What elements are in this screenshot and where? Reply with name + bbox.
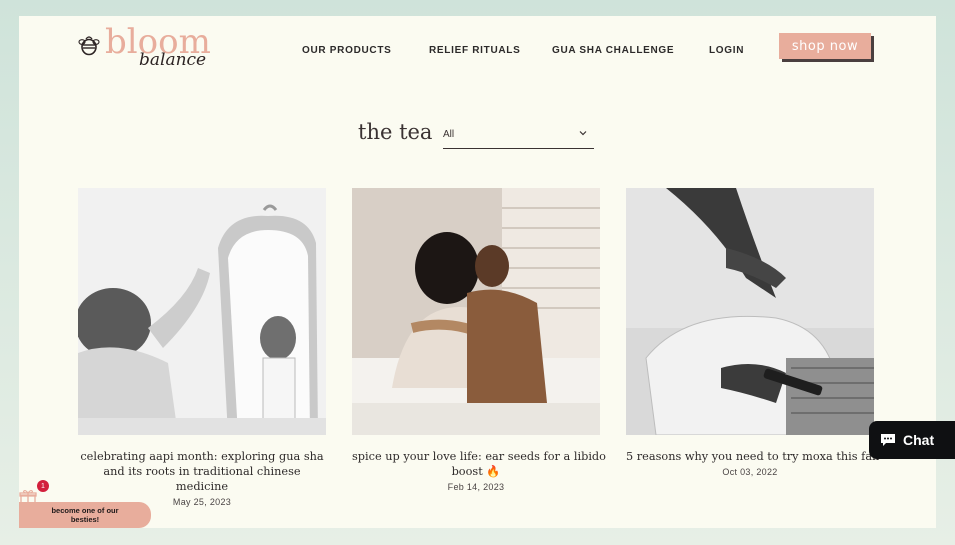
- logo-wordmark: bloom balance: [105, 22, 215, 72]
- post-title-line: 5 reasons why you need to try moxa this …: [626, 450, 880, 463]
- post-image-ear-seeds[interactable]: [352, 188, 600, 435]
- post-title-link[interactable]: spice up your love life: ear seeds for a…: [352, 449, 606, 479]
- chat-label: Chat: [903, 432, 935, 448]
- nav-relief-rituals[interactable]: RELIEF RITUALS: [429, 45, 520, 56]
- post-title-line: and its roots in traditional chinese: [103, 465, 301, 478]
- nav-gua-sha-challenge[interactable]: GUA SHA CHALLENGE: [552, 45, 674, 56]
- foot-photo-illustration: [626, 188, 874, 435]
- nav-our-products[interactable]: OUR PRODUCTS: [302, 45, 392, 56]
- post-title-line: medicine: [175, 480, 229, 493]
- shop-now-button[interactable]: shop now: [779, 33, 871, 59]
- couple-photo-illustration: [352, 188, 600, 435]
- blog-card: celebrating aapi month: exploring gua sh…: [78, 188, 326, 507]
- blog-card: spice up your love life: ear seeds for a…: [352, 188, 606, 492]
- nav-login[interactable]: LOGIN: [709, 45, 744, 56]
- post-image-gua-sha[interactable]: [78, 188, 326, 435]
- become-bestie-banner[interactable]: become one of our besties!: [19, 502, 151, 528]
- bestie-text-line: besties!: [70, 515, 100, 524]
- page: bloom balance OUR PRODUCTS RELIEF RITUAL…: [19, 16, 936, 528]
- post-title-line: boost 🔥: [451, 465, 501, 478]
- post-image-moxa[interactable]: [626, 188, 874, 435]
- chat-button[interactable]: Chat: [869, 421, 955, 459]
- blog-title: the tea: [358, 120, 433, 144]
- logo-word-balance: balance: [139, 50, 207, 70]
- post-date: Oct 03, 2022: [722, 467, 778, 477]
- blog-card: 5 reasons why you need to try moxa this …: [626, 188, 880, 477]
- bee-icon: [78, 36, 100, 56]
- mirror-photo-illustration: [78, 188, 326, 435]
- brand-logo[interactable]: bloom balance: [77, 22, 215, 72]
- notification-badge: 1: [37, 480, 49, 492]
- post-title-line: spice up your love life: ear seeds for a…: [352, 450, 606, 463]
- post-title-link[interactable]: celebrating aapi month: exploring gua sh…: [78, 449, 326, 494]
- post-date: Feb 14, 2023: [447, 482, 505, 492]
- post-title-line: celebrating aapi month: exploring gua sh…: [80, 450, 324, 463]
- bestie-text-line: become one of our: [51, 506, 119, 515]
- category-filter-select[interactable]: All: [443, 124, 594, 149]
- post-title-link[interactable]: 5 reasons why you need to try moxa this …: [626, 449, 880, 464]
- chat-bubble-icon: [881, 434, 895, 446]
- category-filter-value: All: [443, 129, 455, 140]
- chevron-down-icon: [579, 131, 587, 136]
